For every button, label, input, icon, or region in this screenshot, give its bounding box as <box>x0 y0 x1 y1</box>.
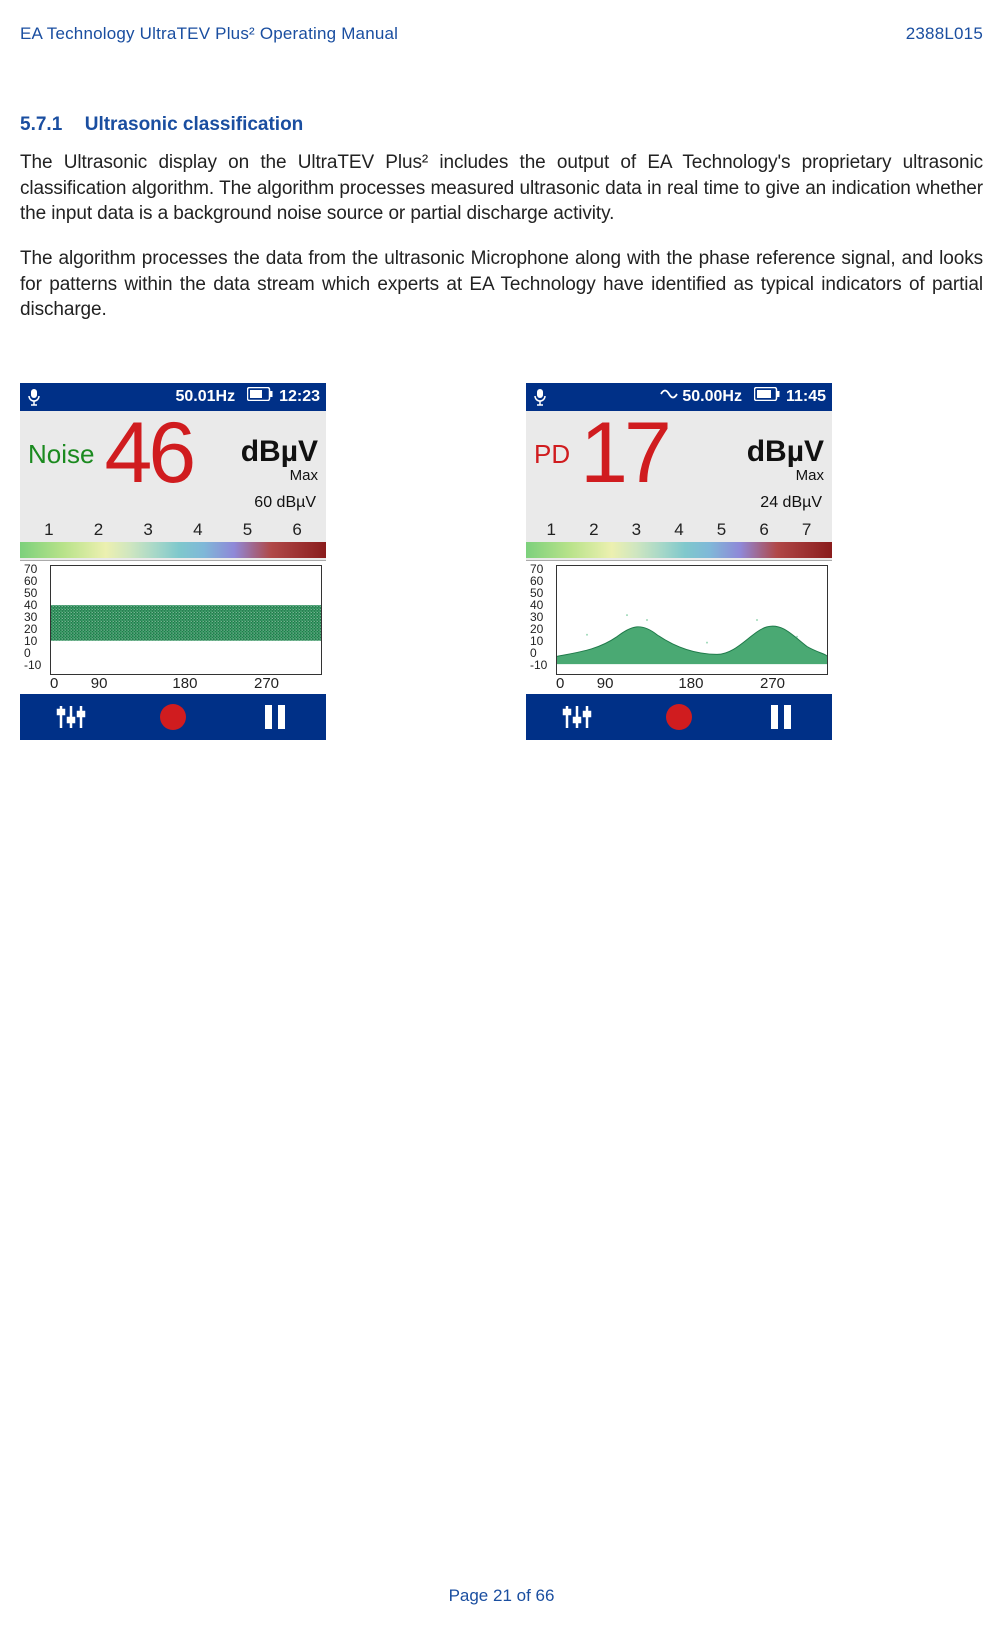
x-tick: 0 <box>556 675 597 692</box>
scale-tick: 5 <box>717 520 726 540</box>
reading-units: dBµV <box>241 435 318 469</box>
pause-button[interactable] <box>751 699 811 735</box>
record-icon <box>160 704 186 730</box>
toolbar <box>20 694 326 740</box>
spectrogram-canvas <box>556 565 828 675</box>
classification-label: PD <box>534 439 570 490</box>
x-tick: 180 <box>172 675 254 692</box>
section-number: 5.7.1 <box>20 114 62 136</box>
pause-icon <box>771 705 791 729</box>
reading-panel: PD 17 dBµV Max <box>526 411 832 492</box>
classification-label: Noise <box>28 439 94 490</box>
x-tick: 270 <box>760 675 828 692</box>
scale-tick: 6 <box>292 520 301 540</box>
record-button[interactable] <box>143 699 203 735</box>
settings-button[interactable] <box>547 699 607 735</box>
scale-tick: 4 <box>674 520 683 540</box>
battery-icon <box>247 387 273 406</box>
pause-icon <box>265 705 285 729</box>
max-value-line: 24 dBµV <box>526 492 832 518</box>
x-tick: 270 <box>254 675 322 692</box>
scale-tick: 1 <box>44 520 53 540</box>
scale-tick: 4 <box>193 520 202 540</box>
spectrogram: 70 60 50 40 30 20 10 0 -10 <box>526 560 832 694</box>
battery-icon <box>754 387 780 406</box>
toolbar <box>526 694 832 740</box>
paragraph-1: The Ultrasonic display on the UltraTEV P… <box>20 150 983 227</box>
reading-value: 46 <box>104 417 192 490</box>
scale-tick: 7 <box>802 520 811 540</box>
page-footer: Page 21 of 66 <box>0 1586 1003 1606</box>
spectrogram: 70 60 50 40 30 20 10 0 -10 <box>20 560 326 694</box>
y-axis-labels: 70 60 50 40 30 20 10 0 -10 <box>24 563 41 671</box>
frequency-label: 50.00Hz <box>682 388 742 406</box>
y-tick: -10 <box>24 659 41 671</box>
x-tick: 90 <box>597 675 679 692</box>
status-bar: 50.00Hz 11:45 <box>526 383 832 411</box>
max-label: Max <box>290 467 318 484</box>
paragraph-2: The algorithm processes the data from th… <box>20 246 983 323</box>
device-screenshot-pd: 50.00Hz 11:45 PD 17 dBµV Max 24 dBµV 1 2… <box>526 383 832 740</box>
frequency-label: 50.01Hz <box>175 388 235 406</box>
scale-tick: 2 <box>589 520 598 540</box>
max-label: Max <box>796 467 824 484</box>
section-title: Ultrasonic classification <box>85 114 304 135</box>
y-tick: -10 <box>530 659 547 671</box>
figures-row: 50.01Hz 12:23 Noise 46 dBµV Max 60 dBµV … <box>20 383 983 740</box>
scale-tick: 2 <box>94 520 103 540</box>
reading-panel: Noise 46 dBµV Max <box>20 411 326 492</box>
pause-button[interactable] <box>245 699 305 735</box>
severity-gradient <box>526 542 832 558</box>
reading-units: dBµV <box>747 435 824 469</box>
severity-gradient <box>20 542 326 558</box>
mic-icon <box>26 388 42 406</box>
device-screenshot-noise: 50.01Hz 12:23 Noise 46 dBµV Max 60 dBµV … <box>20 383 326 740</box>
x-axis-labels: 0 90 180 270 <box>50 675 322 692</box>
mic-icon <box>532 388 548 406</box>
spectrogram-canvas <box>50 565 322 675</box>
x-tick: 0 <box>50 675 91 692</box>
x-tick: 180 <box>678 675 760 692</box>
record-button[interactable] <box>649 699 709 735</box>
scale-tick: 1 <box>547 520 556 540</box>
severity-scale: 1 2 3 4 5 6 <box>20 518 326 542</box>
scale-tick: 3 <box>143 520 152 540</box>
record-icon <box>666 704 692 730</box>
header-right: 2388L015 <box>906 24 983 44</box>
x-tick: 90 <box>91 675 173 692</box>
scale-tick: 3 <box>632 520 641 540</box>
y-axis-labels: 70 60 50 40 30 20 10 0 -10 <box>530 563 547 671</box>
scale-tick: 5 <box>243 520 252 540</box>
settings-button[interactable] <box>41 699 101 735</box>
x-axis-labels: 0 90 180 270 <box>556 675 828 692</box>
time-label: 12:23 <box>279 388 320 406</box>
reading-value: 17 <box>580 417 668 490</box>
scale-tick: 6 <box>759 520 768 540</box>
phase-icon <box>660 387 678 406</box>
section-heading: 5.7.1 Ultrasonic classification <box>20 114 983 136</box>
page-header: EA Technology UltraTEV Plus² Operating M… <box>20 24 983 44</box>
header-left: EA Technology UltraTEV Plus² Operating M… <box>20 24 398 44</box>
time-label: 11:45 <box>786 388 826 406</box>
severity-scale: 1 2 3 4 5 6 7 <box>526 518 832 542</box>
